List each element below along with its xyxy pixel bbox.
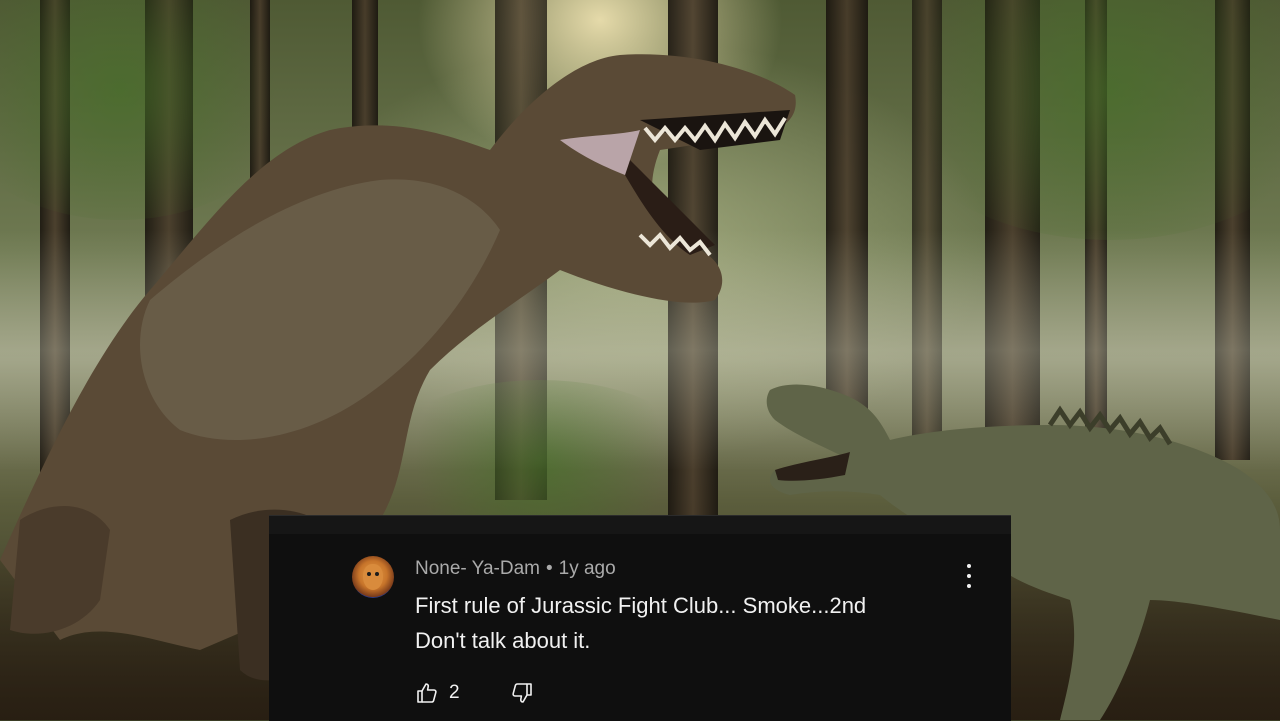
thumbs-up-icon[interactable] xyxy=(415,681,439,705)
comment-body: First rule of Jurassic Fight Club... Smo… xyxy=(415,588,955,658)
comment-text-line: Don't talk about it. xyxy=(415,628,591,653)
avatar-eye xyxy=(367,572,371,576)
more-vert-icon[interactable] xyxy=(959,564,979,588)
comment-timestamp[interactable]: 1y ago xyxy=(559,558,616,579)
author-name[interactable]: None- Ya-Dam xyxy=(415,558,540,579)
comment-meta: None- Ya-Dam • 1y ago xyxy=(415,558,616,580)
like-count: 2 xyxy=(449,682,460,703)
comment-text-line: First rule of Jurassic Fight Club... Smo… xyxy=(415,593,867,618)
avatar-dog-face xyxy=(363,564,383,590)
comment-card: None- Ya-Dam • 1y ago First rule of Jurass… xyxy=(269,515,1011,721)
comment-actions: 2 xyxy=(415,681,534,705)
thumbs-down-icon[interactable] xyxy=(510,681,534,705)
meta-separator: • xyxy=(545,558,553,579)
avatar-eye xyxy=(375,572,379,576)
author-avatar[interactable] xyxy=(352,556,394,598)
